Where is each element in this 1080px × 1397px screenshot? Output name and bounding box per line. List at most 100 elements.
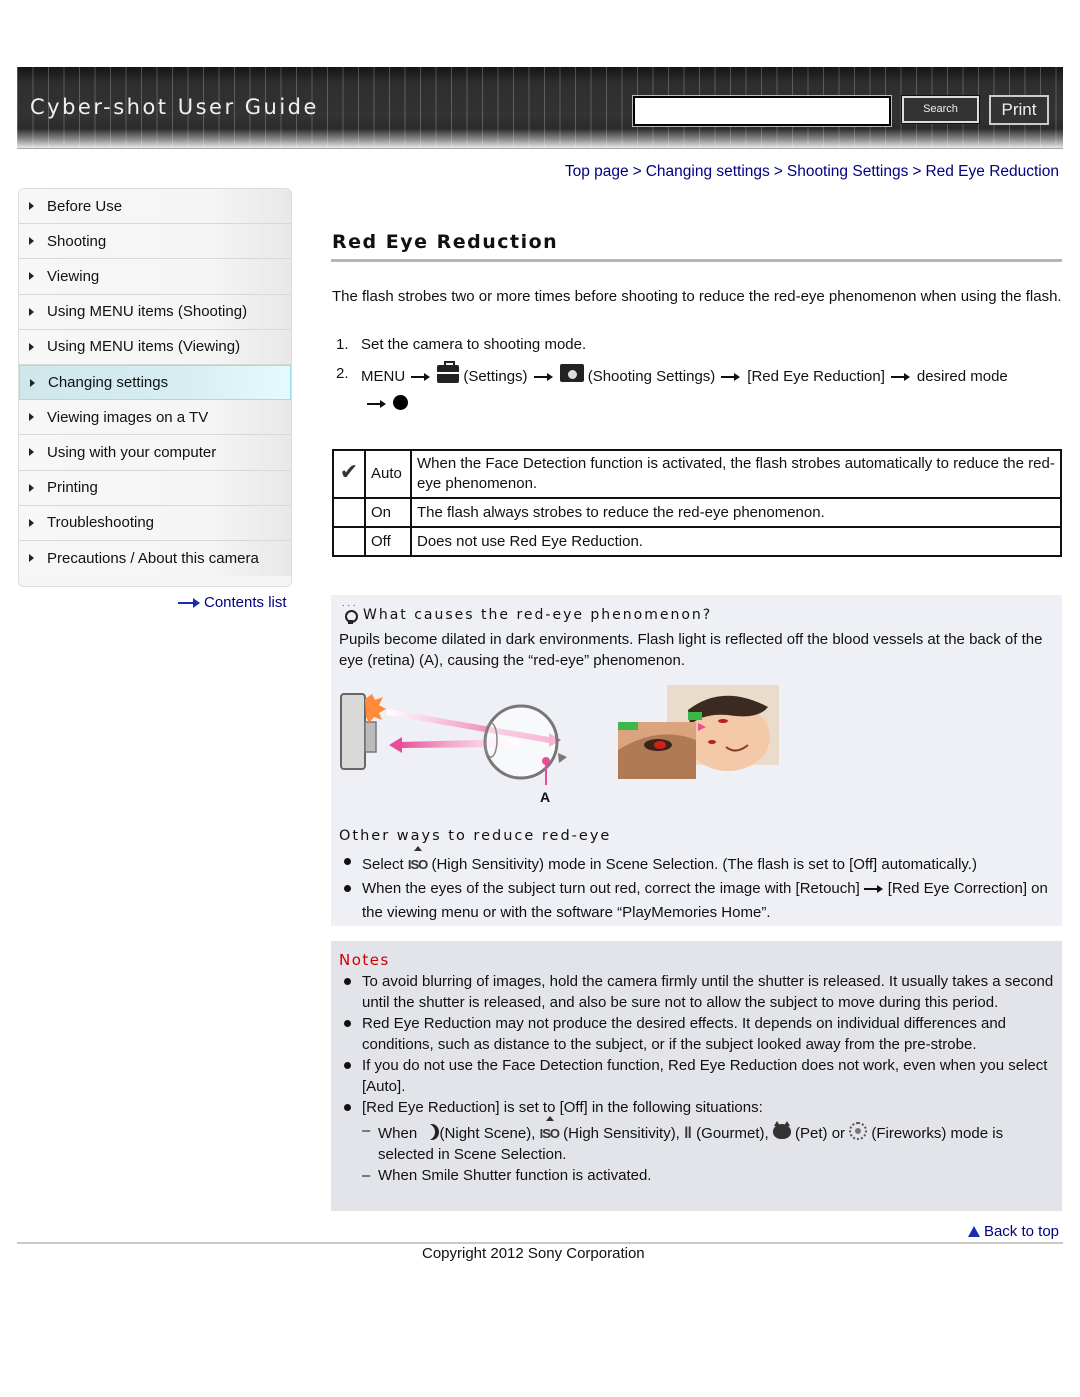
settings-label: (Settings) xyxy=(463,368,528,385)
notes-list: To avoid blurring of images, hold the ca… xyxy=(339,971,1059,1186)
default-marker-cell xyxy=(332,497,366,528)
sidebar-item-label: Precautions / About this camera xyxy=(47,549,259,567)
list-item: Red Eye Reduction may not produce the de… xyxy=(339,1013,1059,1055)
shooting-settings-label: (Shooting Settings) xyxy=(587,368,716,385)
sidebar-item-viewing[interactable]: Viewing xyxy=(19,259,291,295)
list-item-text: Select xyxy=(362,856,404,873)
contents-list-link[interactable]: Contents list xyxy=(178,594,287,611)
sidebar-item-label: Changing settings xyxy=(48,374,169,392)
arrow-right-icon xyxy=(411,372,431,382)
breadcrumb-top-page[interactable]: Top page xyxy=(565,163,629,180)
mode-name: Off xyxy=(364,526,412,557)
sidebar-item-label: Printing xyxy=(47,479,98,497)
triangle-right-icon xyxy=(29,413,34,422)
step-2: 2. MENU (Settings) (Shooting Settings) [R… xyxy=(336,361,1062,414)
search-button[interactable]: Search xyxy=(901,95,980,124)
menu-label: MENU xyxy=(361,368,406,385)
breadcrumb-changing-settings[interactable]: Changing settings xyxy=(646,163,770,180)
other-ways-list: Select ISO (High Sensitivity) mode in Sc… xyxy=(339,846,1059,925)
site-title: Cyber-shot User Guide xyxy=(30,95,319,119)
enter-button-icon xyxy=(393,395,408,410)
triangle-right-icon xyxy=(29,202,34,211)
list-item: [Red Eye Reduction] is set to [Off] in t… xyxy=(339,1097,1059,1186)
title-divider xyxy=(331,259,1062,262)
checkmark-icon: ✔ xyxy=(339,460,359,485)
list-item-text: When the eyes of the subject turn out re… xyxy=(362,880,860,897)
table-row: ✔ Auto When the Face Detection function … xyxy=(332,449,1062,499)
mode-name: On xyxy=(364,497,412,528)
header-divider xyxy=(17,148,1063,149)
triangle-right-icon xyxy=(29,307,34,316)
arrow-right-icon xyxy=(533,372,554,382)
triangle-right-icon xyxy=(29,342,34,351)
copyright-text: Copyright 2012 Sony Corporation xyxy=(422,1245,645,1262)
mode-description: When the Face Detection function is acti… xyxy=(410,449,1062,499)
sidebar-item-label: Using MENU items (Viewing) xyxy=(47,338,241,356)
sidebar-item-label: Using with your computer xyxy=(47,443,217,461)
lightbulb-icon: ˙˙˙ xyxy=(341,605,359,625)
arrow-right-icon xyxy=(863,884,884,894)
sub-item-text: (Gourmet), xyxy=(696,1125,769,1142)
sidebar-item-changing-settings[interactable]: Changing settings xyxy=(19,364,291,401)
header-bar: Cyber-shot User Guide Search Print xyxy=(17,67,1063,149)
camera-settings-icon xyxy=(559,364,584,382)
flash-burst-icon xyxy=(365,694,386,723)
sidebar-item-computer[interactable]: Using with your computer xyxy=(19,435,291,471)
back-to-top-link[interactable]: Back to top xyxy=(967,1223,1059,1240)
sub-item-text: (High Sensitivity), xyxy=(563,1125,680,1142)
triangle-right-icon xyxy=(30,378,35,387)
sidebar-item-label: Before Use xyxy=(47,197,123,215)
breadcrumb-red-eye-reduction[interactable]: Red Eye Reduction xyxy=(925,163,1059,180)
sidebar-nav: Before Use Shooting Viewing Using MENU i… xyxy=(18,188,292,587)
sub-list-item: When Smile Shutter function is activated… xyxy=(362,1165,1059,1186)
triangle-right-icon xyxy=(29,518,34,527)
sub-item-text: (Night Scene), xyxy=(439,1125,536,1142)
red-eye-photos xyxy=(618,685,779,779)
step-number: 2. xyxy=(336,365,349,382)
notes-title: Notes xyxy=(339,951,390,969)
print-button[interactable]: Print xyxy=(989,95,1049,125)
mode-table: ✔ Auto When the Face Detection function … xyxy=(332,449,1062,557)
sidebar-item-before-use[interactable]: Before Use xyxy=(19,189,291,225)
page-title: Red Eye Reduction xyxy=(332,231,559,253)
triangle-right-icon xyxy=(29,554,34,563)
sub-item-text: (Pet) or xyxy=(795,1125,846,1142)
hint-title: ˙˙˙ What causes the red-eye phenomenon? xyxy=(341,605,712,625)
night-scene-moon-icon xyxy=(421,1124,435,1140)
triangle-right-icon xyxy=(29,237,34,246)
list-item: To avoid blurring of images, hold the ca… xyxy=(339,971,1059,1013)
breadcrumb-separator: > xyxy=(773,163,783,180)
pet-cat-icon xyxy=(772,1121,791,1139)
sidebar-item-precautions[interactable]: Precautions / About this camera xyxy=(19,540,291,577)
arrow-right-icon xyxy=(721,372,741,382)
sidebar-item-menu-viewing[interactable]: Using MENU items (Viewing) xyxy=(19,329,291,365)
settings-toolbox-icon xyxy=(437,361,460,383)
contents-list-label: Contents list xyxy=(204,594,287,611)
mode-description: Does not use Red Eye Reduction. xyxy=(410,526,1062,557)
footer-divider xyxy=(17,1242,1063,1244)
default-marker-cell: ✔ xyxy=(332,449,366,499)
other-ways-title: Other ways to reduce red-eye xyxy=(339,828,612,844)
sidebar-item-label: Viewing xyxy=(47,267,100,285)
step-1: 1. Set the camera to shooting mode. xyxy=(336,334,1062,355)
breadcrumb: Top page > Changing settings > Shooting Sett… xyxy=(565,163,1059,181)
triangle-right-icon xyxy=(29,272,34,281)
mode-name: Auto xyxy=(364,449,412,499)
steps-list: 1. Set the camera to shooting mode. 2. M… xyxy=(336,334,1062,414)
sidebar-item-troubleshooting[interactable]: Troubleshooting xyxy=(19,505,291,541)
sidebar-item-label: Shooting xyxy=(47,232,107,250)
sidebar-item-printing[interactable]: Printing xyxy=(19,470,291,506)
list-item: If you do not use the Face Detection fun… xyxy=(339,1055,1059,1097)
sidebar-item-menu-shooting[interactable]: Using MENU items (Shooting) xyxy=(19,294,291,330)
breadcrumb-shooting-settings[interactable]: Shooting Settings xyxy=(787,163,909,180)
sidebar-item-shooting[interactable]: Shooting xyxy=(19,224,291,260)
sidebar-item-viewing-tv[interactable]: Viewing images on a TV xyxy=(19,400,291,436)
sidebar-item-label: Viewing images on a TV xyxy=(47,408,209,426)
step-text: Set the camera to shooting mode. xyxy=(361,336,587,353)
table-row: Off Does not use Red Eye Reduction. xyxy=(332,526,1062,557)
search-input[interactable] xyxy=(632,95,892,127)
list-item-text: [Red Eye Reduction] is set to [Off] in t… xyxy=(362,1099,763,1116)
mode-description: The flash always strobes to reduce the r… xyxy=(410,497,1062,528)
triangle-right-icon xyxy=(29,448,34,457)
sub-item-text: When xyxy=(378,1125,418,1142)
